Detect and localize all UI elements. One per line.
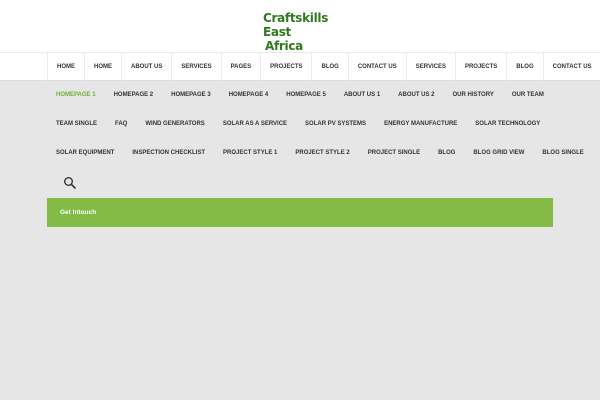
search-icon[interactable] — [63, 176, 77, 190]
main-nav: HOME HOME ABOUT US SERVICES PAGES PROJECTS BLO… — [0, 52, 600, 81]
main-nav-list: HOME HOME ABOUT US SERVICES PAGES PROJECTS BLO… — [47, 53, 600, 81]
sub-nav-item[interactable]: WIND GENERATORS — [136, 110, 213, 139]
sub-nav-item[interactable]: SOLAR TECHNOLOGY — [466, 110, 549, 139]
sub-nav-item[interactable]: SOLAR AS A SERVICE — [214, 110, 296, 139]
sub-nav-item[interactable]: OUR HISTORY — [444, 81, 503, 110]
sub-nav-item[interactable]: HOMEPAGE 3 — [162, 81, 220, 110]
nav-item[interactable]: SERVICES — [407, 53, 456, 81]
sub-nav-item[interactable]: OUR TEAM — [503, 81, 553, 110]
sub-nav-item[interactable]: BLOG — [429, 139, 464, 168]
sub-nav-row: HOMEPAGE 1 HOMEPAGE 2 HOMEPAGE 3 HOMEPAGE 4… — [47, 81, 553, 110]
search-row — [47, 168, 553, 198]
sub-nav-item[interactable]: SOLAR PV SYSTEMS — [296, 110, 375, 139]
sub-nav-item[interactable]: ENERGY MANUFACTURE — [375, 110, 466, 139]
sub-nav-item[interactable]: HOMEPAGE 1 — [47, 81, 105, 110]
nav-item[interactable]: HOME — [85, 53, 122, 81]
sub-nav-item[interactable]: INSPECTION CHECKLIST — [123, 139, 214, 168]
sub-nav-item[interactable]: ABOUT US 2 — [389, 81, 443, 110]
nav-item[interactable]: ABOUT US — [122, 53, 173, 81]
sub-nav-item[interactable]: HOMEPAGE 4 — [220, 81, 278, 110]
nav-item[interactable]: HOME — [48, 53, 85, 81]
logo-line-1: Craftskills East — [263, 11, 329, 39]
sub-nav-row: TEAM SINGLE FAQ WIND GENERATORS SOLAR AS A … — [47, 110, 553, 139]
site-header: Craftskills East Africa Limited — [0, 0, 600, 67]
sub-nav-item[interactable]: BLOG GRID VIEW — [464, 139, 533, 168]
get-intouch-label: Get Intouch — [60, 209, 97, 216]
nav-item[interactable]: CONTACT US — [349, 53, 407, 81]
sub-nav-item[interactable]: ABOUT US 1 — [335, 81, 389, 110]
sub-nav-item[interactable]: HOMEPAGE 5 — [277, 81, 335, 110]
sub-nav-item[interactable]: PROJECT STYLE 2 — [286, 139, 358, 168]
sub-nav-item[interactable]: PROJECT SINGLE — [359, 139, 429, 168]
nav-item[interactable]: PROJECTS — [261, 53, 313, 81]
sub-nav-item[interactable]: HOMEPAGE 2 — [105, 81, 163, 110]
sub-nav-item[interactable]: FAQ — [106, 110, 136, 139]
nav-item[interactable]: PROJECTS — [456, 53, 508, 81]
sub-nav-item[interactable]: SOLAR EQUIPMENT — [47, 139, 123, 168]
sub-nav: HOMEPAGE 1 HOMEPAGE 2 HOMEPAGE 3 HOMEPAGE 4… — [47, 81, 584, 198]
nav-item[interactable]: BLOG — [312, 53, 349, 81]
sub-nav-item[interactable]: BLOG SINGLE — [533, 139, 592, 168]
nav-item[interactable]: CONTACT US — [544, 53, 600, 81]
nav-item[interactable]: BLOG — [507, 53, 544, 81]
nav-item[interactable]: SERVICES — [172, 53, 222, 81]
nav-item[interactable]: PAGES — [222, 53, 262, 81]
get-intouch-bar[interactable]: Get Intouch — [47, 198, 553, 227]
sub-nav-row: SOLAR EQUIPMENT INSPECTION CHECKLIST PROJE… — [47, 139, 584, 168]
sub-nav-item[interactable]: TEAM SINGLE — [47, 110, 106, 139]
sub-nav-item[interactable]: PROJECT STYLE 1 — [214, 139, 286, 168]
